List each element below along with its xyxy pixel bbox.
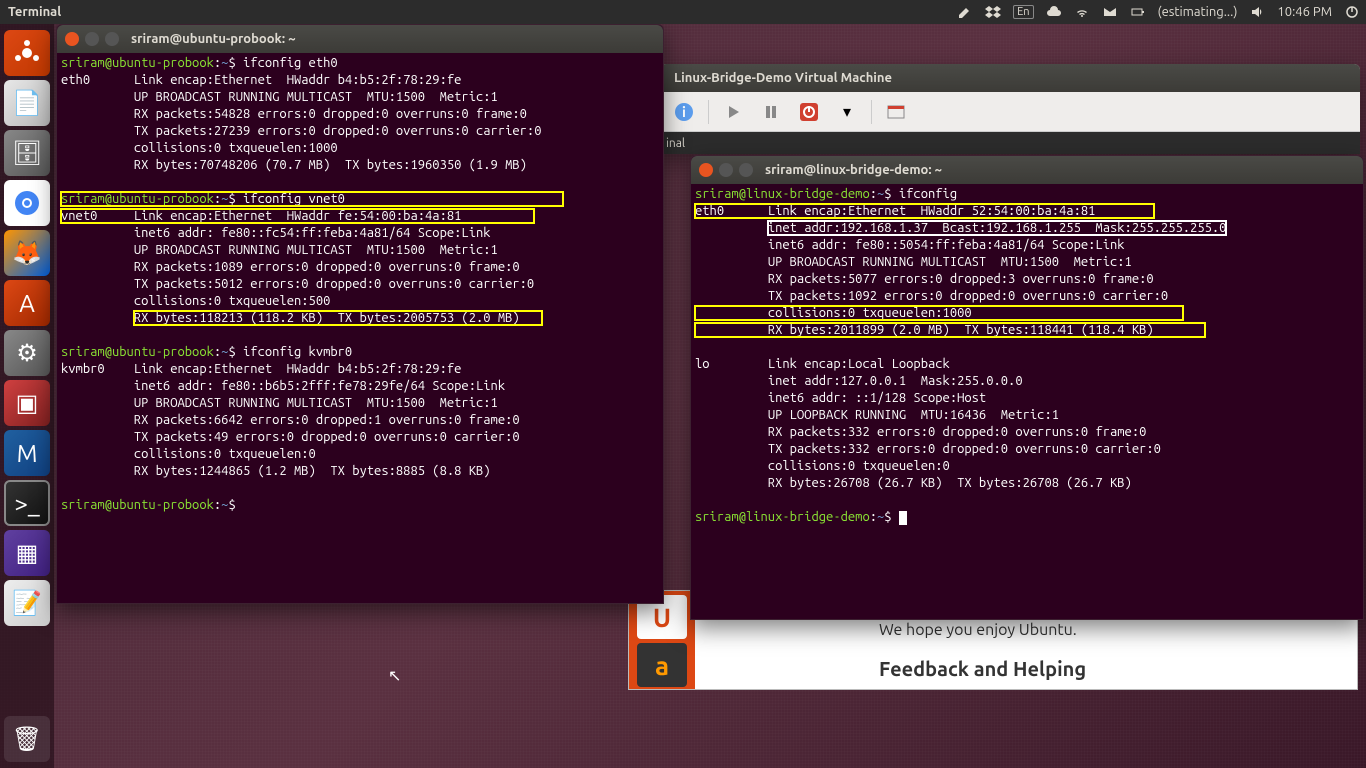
highlight-guest-inet: inet addr:192.168.1.37 Bcast:192.168.1.2… [768,221,1227,235]
svg-text:i: i [682,104,686,120]
keyboard-layout-indicator[interactable]: En [1013,5,1033,19]
guest-terminal-window[interactable]: sriram@linux-bridge-demo: ~ sriram@linux… [690,155,1364,620]
terminal-title: sriram@ubuntu-probook: ~ [131,31,296,48]
vm-window-title: Linux-Bridge-Demo Virtual Machine [674,71,892,85]
top-panel: Terminal En (estimating...) 10:46 PM [0,0,1366,24]
highlight-vnet-bytes: RX bytes:118213 (118.2 KB) TX bytes:2005… [134,311,542,325]
cloud-icon[interactable] [1046,4,1062,20]
video-editor-icon[interactable]: ▦ [4,530,50,576]
firefox-icon[interactable]: 🦊 [4,230,50,276]
terminal-body[interactable]: sriram@ubuntu-probook:~$ ifconfig eth0 e… [57,53,663,516]
chrome-icon[interactable] [4,180,50,226]
mail-icon[interactable] [1102,4,1118,20]
network-icon[interactable] [1074,4,1090,20]
document-icon[interactable]: 📄 [4,80,50,126]
fullscreen-button[interactable] [882,98,910,126]
session-icon[interactable] [1344,4,1360,20]
clock[interactable]: 10:46 PM [1277,5,1332,19]
terminal-body[interactable]: sriram@linux-bridge-demo:~$ ifconfig eth… [691,184,1363,528]
play-button[interactable] [719,98,747,126]
volume-icon[interactable] [1249,4,1265,20]
vm-toolbar: i ▾ [660,92,1360,132]
battery-status: (estimating...) [1158,5,1238,19]
cursor [899,511,907,525]
vm-manager-window: Linux-Bridge-Demo Virtual Machine i ▾ in… [660,64,1360,154]
text-editor-icon[interactable]: 📝 [4,580,50,626]
welcome-text: We hope you enjoy Ubuntu. [879,621,1086,639]
dash-icon[interactable] [4,30,50,76]
welcome-heading: Feedback and Helping [879,657,1086,680]
meld-icon[interactable]: M [4,430,50,476]
welcome-launcher-strip: U a [629,591,695,689]
power-button[interactable] [795,98,823,126]
maximize-button[interactable] [105,32,119,46]
dropbox-icon[interactable] [985,4,1001,20]
maximize-button[interactable] [739,163,753,177]
dropdown-button[interactable]: ▾ [833,98,861,126]
software-center-icon[interactable]: A [4,280,50,326]
close-button[interactable] [65,32,79,46]
info-button[interactable]: i [670,98,698,126]
battery-icon[interactable] [1130,4,1146,20]
active-app-label: Terminal [8,5,61,19]
vm-inner-panel: inal [660,132,1360,154]
highlight-vnet-cmd: sriram@ubuntu-probook:~$ ifconfig vnet0 … [61,192,563,223]
terminal-icon[interactable]: >_ [4,480,50,526]
highlight-guest-bytes: collisions:0 txqueuelen:1000 RX bytes:20… [695,306,1205,337]
mouse-cursor: ↖ [388,666,401,685]
minimize-button[interactable] [85,32,99,46]
terminal-title: sriram@linux-bridge-demo: ~ [765,162,942,179]
amazon-icon[interactable]: a [637,643,687,687]
close-button[interactable] [699,163,713,177]
unity-launcher: 📄 🗄 🦊 A ⚙ ▣ M >_ ▦ 📝 🗑 [0,24,54,768]
pause-button[interactable] [757,98,785,126]
edit-icon[interactable] [957,4,973,20]
files-icon[interactable]: 🗄 [4,130,50,176]
vm-icon[interactable]: ▣ [4,380,50,426]
highlight-guest-eth0-hdr: eth0 Link encap:Ethernet HWaddr 52:54:00… [695,204,1154,218]
host-terminal-window[interactable]: sriram@ubuntu-probook: ~ sriram@ubuntu-p… [56,24,664,604]
trash-icon[interactable]: 🗑 [4,716,50,762]
minimize-button[interactable] [719,163,733,177]
settings-icon[interactable]: ⚙ [4,330,50,376]
